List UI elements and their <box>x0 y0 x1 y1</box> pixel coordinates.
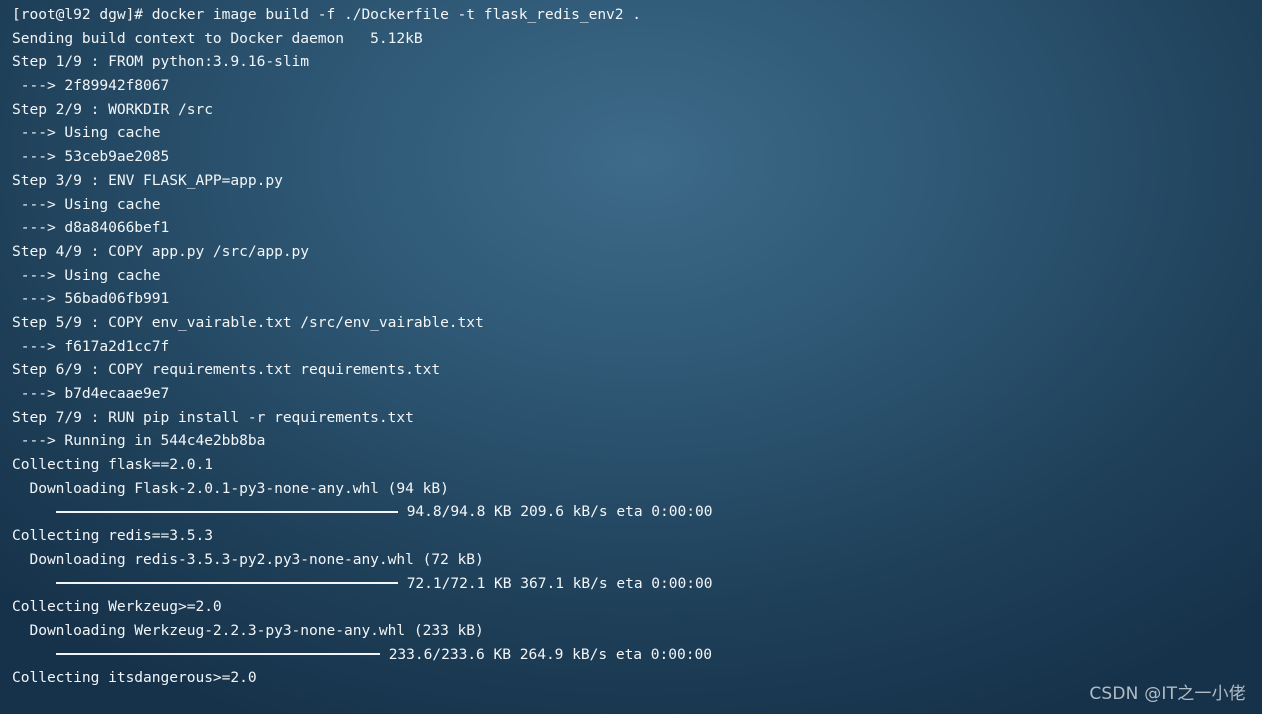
command-line: [root@l92 dgw]# docker image build -f ./… <box>12 6 642 23</box>
output-line: Sending build context to Docker daemon 5… <box>12 29 423 47</box>
output-line: Downloading Werkzeug-2.2.3-py3-none-any.… <box>12 621 484 639</box>
output-line: ---> Using cache <box>12 266 161 284</box>
progress-bar <box>55 653 380 656</box>
progress-bar <box>55 511 398 514</box>
watermark: CSDN @IT之一小佬 <box>1089 684 1246 704</box>
terminal-output[interactable]: [root@l92 dgw]# docker image build -f ./… <box>12 3 1252 703</box>
output-line: ---> b7d4ecaae9e7 <box>12 385 170 402</box>
output-line: Collecting flask==2.0.1 <box>12 456 213 474</box>
progress-stats: 94.8/94.8 KB 209.6 kB/s eta 0:00:00 <box>406 503 713 521</box>
output-line: Step 2/9 : WORKDIR /src <box>12 100 213 118</box>
output-line: ---> 56bad06fb991 <box>12 290 170 308</box>
progress-stats: 233.6/233.6 KB 264.9 kB/s eta 0:00:00 <box>388 645 712 663</box>
output-line: Step 6/9 : COPY requirements.txt require… <box>12 361 441 379</box>
output-line: Collecting itsdangerous>=2.0 <box>12 669 257 687</box>
output-line: ---> 53ceb9ae2085 <box>12 148 170 166</box>
progress-stats: 72.1/72.1 KB 367.1 kB/s eta 0:00:00 <box>406 574 713 592</box>
output-line: ---> Running in 544c4e2bb8ba <box>12 432 266 450</box>
output-line: ---> 2f89942f8067 <box>12 77 170 95</box>
output-line: Step 1/9 : FROM python:3.9.16-slim <box>12 53 310 71</box>
output-line: Collecting redis==3.5.3 <box>12 527 213 545</box>
output-line: Step 4/9 : COPY app.py /src/app.py <box>12 242 310 260</box>
output-line: ---> Using cache <box>12 195 161 213</box>
output-line: ---> Using cache <box>12 124 161 142</box>
output-line: Step 7/9 : RUN pip install -r requiremen… <box>12 408 414 426</box>
download-progress-line: 94.8/94.8 KB 209.6 kB/s eta 0:00:00 <box>12 500 1252 524</box>
download-progress-line: 72.1/72.1 KB 367.1 kB/s eta 0:00:00 <box>12 572 1252 596</box>
output-line: Step 5/9 : COPY env_vairable.txt /src/en… <box>12 313 484 331</box>
output-line: Downloading Flask-2.0.1-py3-none-any.whl… <box>12 479 449 497</box>
progress-bar <box>55 582 398 585</box>
output-line: ---> f617a2d1cc7f <box>12 337 170 355</box>
output-line: Collecting Werkzeug>=2.0 <box>12 598 222 616</box>
output-line: ---> d8a84066bef1 <box>12 219 170 237</box>
output-line: Step 3/9 : ENV FLASK_APP=app.py <box>12 171 283 189</box>
download-progress-line: 233.6/233.6 KB 264.9 kB/s eta 0:00:00 <box>12 643 1252 667</box>
output-line: Downloading redis-3.5.3-py2.py3-none-any… <box>12 550 484 568</box>
